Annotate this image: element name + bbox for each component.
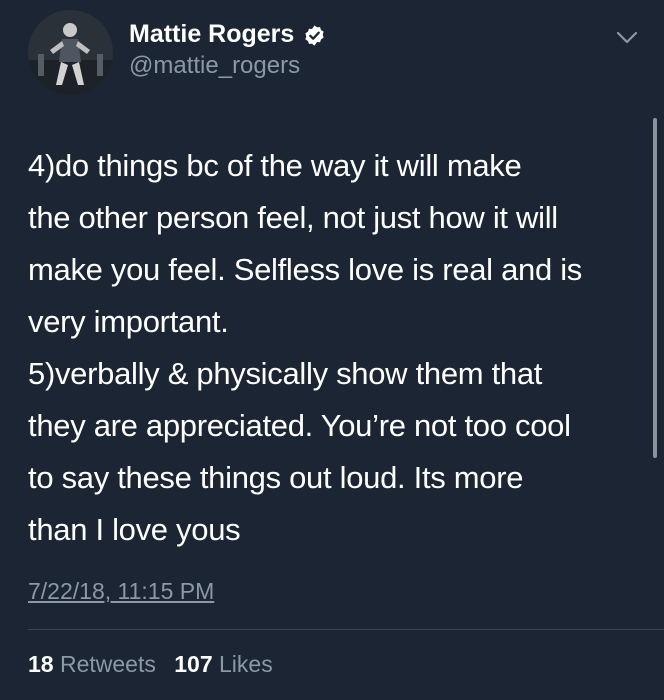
avatar-photo xyxy=(28,10,113,95)
tweet-text: 4)do things bc of the way it will make t… xyxy=(28,140,648,556)
verified-badge-icon xyxy=(305,25,324,46)
tweet-text-line: they are appreciated. You’re not too coo… xyxy=(28,408,571,443)
scrollbar[interactable] xyxy=(653,118,657,458)
divider xyxy=(28,629,664,630)
tweet-text-line: very important. xyxy=(28,304,229,339)
likes-label[interactable]: Likes xyxy=(219,651,273,677)
user-handle[interactable]: @mattie_rogers xyxy=(129,52,300,80)
display-name[interactable]: Mattie Rogers xyxy=(129,20,294,49)
tweet-text-line: the other person feel, not just how it w… xyxy=(28,200,558,235)
tweet-text-line: than I love yous xyxy=(28,512,241,547)
tweet-text-line: to say these things out loud. Its more xyxy=(28,460,524,495)
retweets-count[interactable]: 18 xyxy=(28,651,54,677)
likes-count[interactable]: 107 xyxy=(174,651,212,677)
tweet-stats: 18 Retweets 107 Likes xyxy=(28,651,273,678)
chevron-down-icon[interactable] xyxy=(615,30,639,46)
tweet-timestamp[interactable]: 7/22/18, 11:15 PM xyxy=(28,578,214,605)
retweets-label[interactable]: Retweets xyxy=(60,651,156,677)
tweet-text-line: 4)do things bc of the way it will make xyxy=(28,148,522,183)
avatar[interactable] xyxy=(28,10,113,95)
tweet-text-line: make you feel. Selfless love is real and… xyxy=(28,252,582,287)
tweet-text-line: 5)verbally & physically show them that xyxy=(28,356,543,391)
tweet-card: Mattie Rogers @mattie_rogers 4)do things… xyxy=(0,0,664,700)
